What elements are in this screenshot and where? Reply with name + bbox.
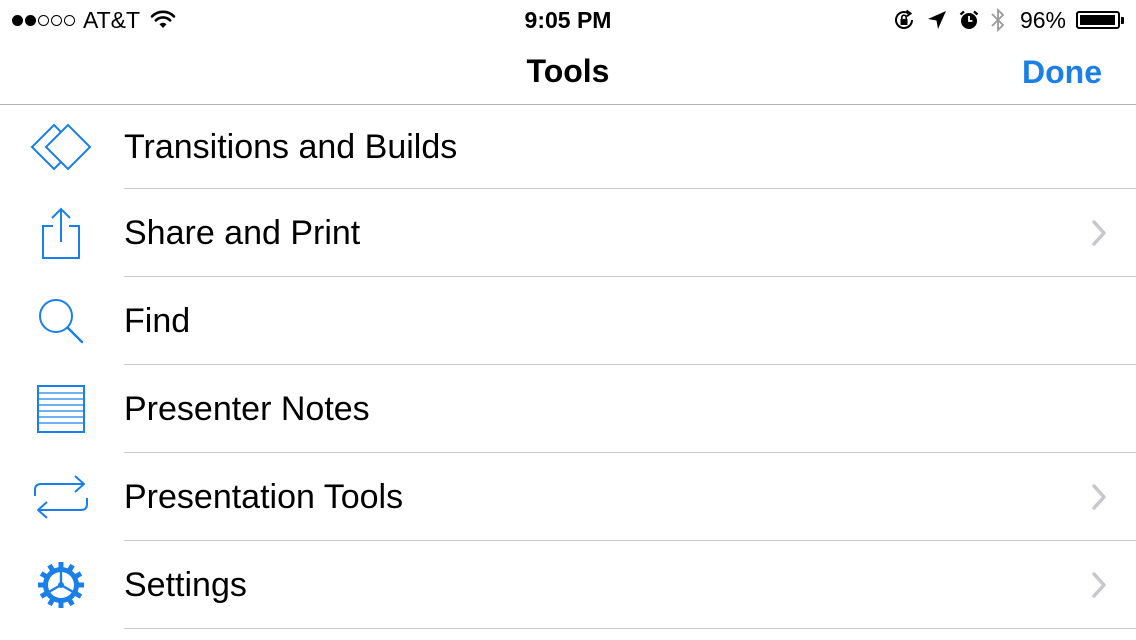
- done-button[interactable]: Done: [1022, 40, 1102, 104]
- tools-list: Transitions and Builds Share and Print F…: [0, 105, 1136, 629]
- tool-label: Settings: [124, 565, 247, 604]
- tool-row-find[interactable]: Find: [0, 277, 1136, 365]
- chevron-right-icon: [1092, 484, 1106, 510]
- share-icon: [30, 205, 92, 261]
- tool-row-transitions-and-builds[interactable]: Transitions and Builds: [0, 105, 1136, 189]
- battery-icon: [1076, 11, 1124, 29]
- tool-label: Presentation Tools: [124, 477, 404, 516]
- rotation-lock-icon: [894, 9, 913, 29]
- navigation-bar: Tools Done: [0, 40, 1136, 105]
- battery-body: [1076, 11, 1120, 29]
- bluetooth-icon: [991, 7, 1005, 33]
- chevron-right-icon: [1092, 220, 1106, 246]
- row-separator: [124, 628, 1136, 629]
- alarm-icon: [959, 10, 979, 29]
- tool-row-share-and-print[interactable]: Share and Print: [0, 189, 1136, 277]
- presentation-tools-icon: [30, 469, 92, 525]
- tool-label: Transitions and Builds: [124, 127, 458, 166]
- status-bar: AT&T 9:05 PM 96%: [0, 0, 1136, 40]
- tool-row-presenter-notes[interactable]: Presenter Notes: [0, 365, 1136, 453]
- transitions-icon: [30, 119, 92, 175]
- search-icon: [30, 293, 92, 349]
- settings-gear-icon: [30, 557, 92, 613]
- tool-row-settings[interactable]: Settings: [0, 541, 1136, 629]
- battery-tip: [1121, 16, 1124, 24]
- location-arrow-icon: [927, 11, 946, 29]
- tool-label: Find: [124, 301, 191, 340]
- notes-icon: [30, 381, 92, 437]
- tool-label: Presenter Notes: [124, 389, 370, 428]
- tool-row-presentation-tools[interactable]: Presentation Tools: [0, 453, 1136, 541]
- tool-label: Share and Print: [124, 213, 361, 252]
- chevron-right-icon: [1092, 572, 1106, 598]
- status-bar-right: 96%: [892, 6, 1124, 34]
- battery-percentage: 96%: [1019, 6, 1066, 33]
- page-title: Tools: [526, 53, 610, 89]
- battery-fill: [1080, 15, 1115, 25]
